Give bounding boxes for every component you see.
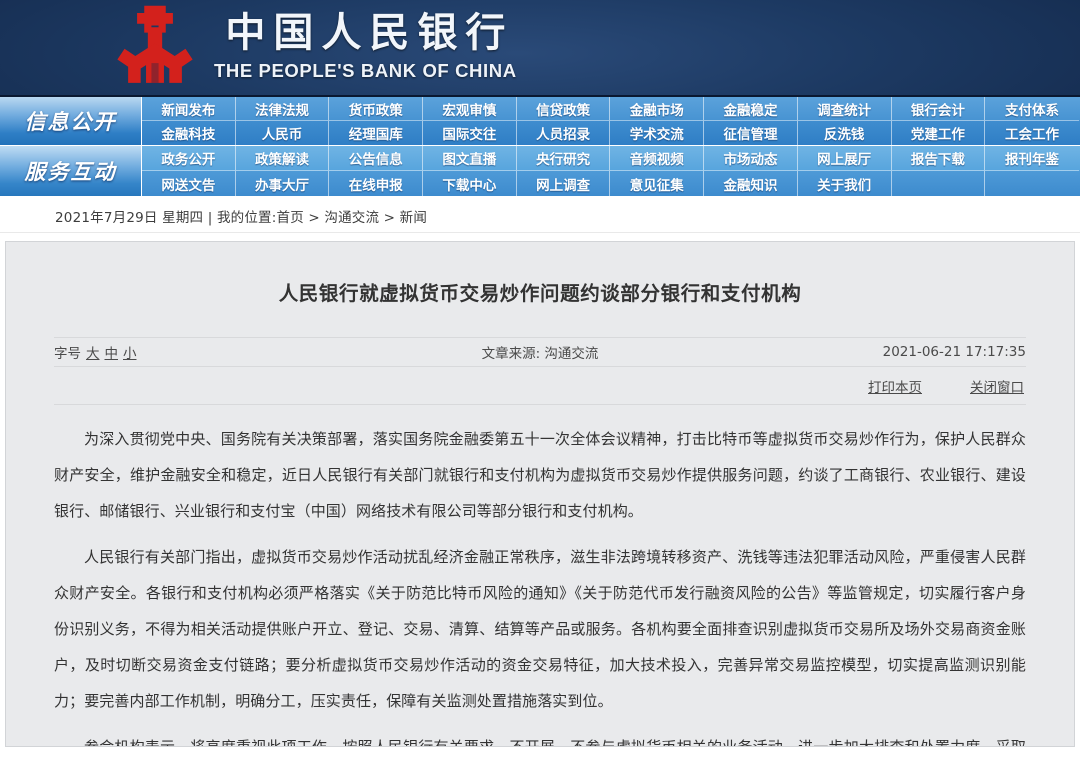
pbc-three-coin-logo-icon [110,4,200,90]
nav-item-financial-market[interactable]: 金融市场 [610,97,704,121]
nav-item-payment-system[interactable]: 支付体系 [985,97,1079,121]
nav-row: 政务公开 政策解读 公告信息 图文直播 央行研究 音频视频 市场动态 网上展厅 … [142,146,1080,171]
nav-item-announcements[interactable]: 公告信息 [329,146,423,171]
nav-item-macro-prudential[interactable]: 宏观审慎 [423,97,517,121]
nav-item-feedback[interactable]: 意见征集 [610,171,704,196]
nav-group-title-services[interactable]: 服务互动 [0,146,142,196]
nav-item-credit-reporting[interactable]: 征信管理 [704,121,798,145]
nav-item-financial-stability[interactable]: 金融稳定 [704,97,798,121]
site-header: 中国人民银行 THE PEOPLE'S BANK OF CHINA [0,0,1080,97]
article-paragraph: 参会机构表示，将高度重视此项工作，按照人民银行有关要求，不开展、不参与虚拟货币相… [54,729,1026,747]
font-size-label: 字号 [54,342,81,362]
font-size-small[interactable]: 小 [123,342,137,362]
nav-item-bank-accounting[interactable]: 银行会计 [892,97,986,121]
page-title: 人民银行就虚拟货币交易炒作问题约谈部分银行和支付机构 [54,280,1026,307]
nav-item-monetary-policy[interactable]: 货币政策 [329,97,423,121]
nav-item-about-us[interactable]: 关于我们 [798,171,892,196]
nav-item-empty [892,171,986,196]
article-card: 人民银行就虚拟货币交易炒作问题约谈部分银行和支付机构 字号 大 中 小 文章来源… [5,241,1075,747]
article-source: 文章来源: 沟通交流 [482,342,599,362]
font-size-large[interactable]: 大 [86,342,100,362]
article-meta-bar: 字号 大 中 小 文章来源: 沟通交流 2021-06-21 17:17:35 [54,337,1026,367]
nav-item-audio-video[interactable]: 音频视频 [610,146,704,171]
print-page-link[interactable]: 打印本页 [868,376,922,396]
nav-item-central-bank-research[interactable]: 央行研究 [517,146,611,171]
nav-item-online-exhibition[interactable]: 网上展厅 [798,146,892,171]
nav-item-survey-statistics[interactable]: 调查统计 [798,97,892,121]
nav-item-service-hall[interactable]: 办事大厅 [236,171,330,196]
nav-group-information: 信息公开 新闻发布 法律法规 货币政策 宏观审慎 信贷政策 金融市场 金融稳定 … [0,97,1080,146]
nav-item-academic-exchange[interactable]: 学术交流 [610,121,704,145]
nav-item-fintech[interactable]: 金融科技 [142,121,236,145]
page-body: 人民银行就虚拟货币交易炒作问题约谈部分银行和支付机构 字号 大 中 小 文章来源… [0,233,1080,747]
nav-group-title-information[interactable]: 信息公开 [0,97,142,145]
nav-item-policy-interpretation[interactable]: 政策解读 [236,146,330,171]
nav-item-laws-regulations[interactable]: 法律法规 [236,97,330,121]
site-title-en: THE PEOPLE'S BANK OF CHINA [214,62,517,81]
font-size-medium[interactable]: 中 [105,342,119,362]
nav-row: 新闻发布 法律法规 货币政策 宏观审慎 信贷政策 金融市场 金融稳定 调查统计 … [142,97,1080,121]
nav-item-download-center[interactable]: 下载中心 [423,171,517,196]
nav-item-international[interactable]: 国际交往 [423,121,517,145]
nav-cells-services: 政务公开 政策解读 公告信息 图文直播 央行研究 音频视频 市场动态 网上展厅 … [142,146,1080,196]
nav-row: 金融科技 人民币 经理国库 国际交往 人员招录 学术交流 征信管理 反洗钱 党建… [142,121,1080,145]
nav-item-recruitment[interactable]: 人员招录 [517,121,611,145]
site-title-cn: 中国人民银行 [217,13,513,53]
nav-item-party-building[interactable]: 党建工作 [892,121,986,145]
nav-item-financial-knowledge[interactable]: 金融知识 [704,171,798,196]
breadcrumb: 2021年7月29日 星期四 | 我的位置:首页 > 沟通交流 > 新闻 [0,199,1080,233]
article-body: 为深入贯彻党中央、国务院有关决策部署，落实国务院金融委第五十一次全体会议精神，打… [54,405,1026,747]
nav-group-services: 服务互动 政务公开 政策解读 公告信息 图文直播 央行研究 音频视频 市场动态 … [0,146,1080,197]
nav-item-credit-policy[interactable]: 信贷政策 [517,97,611,121]
close-window-link[interactable]: 关闭窗口 [970,376,1024,396]
main-navigation: 信息公开 新闻发布 法律法规 货币政策 宏观审慎 信贷政策 金融市场 金融稳定 … [0,97,1080,199]
font-size-control: 字号 大 中 小 [54,342,137,362]
article-paragraph: 为深入贯彻党中央、国务院有关决策部署，落实国务院金融委第五十一次全体会议精神，打… [54,421,1026,529]
nav-cells-information: 新闻发布 法律法规 货币政策 宏观审慎 信贷政策 金融市场 金融稳定 调查统计 … [142,97,1080,145]
nav-item-online-declaration[interactable]: 在线申报 [329,171,423,196]
nav-item-market-dynamics[interactable]: 市场动态 [704,146,798,171]
nav-item-treasury[interactable]: 经理国库 [329,121,423,145]
nav-row: 网送文告 办事大厅 在线申报 下载中心 网上调查 意见征集 金融知识 关于我们 [142,171,1080,196]
nav-item-web-notices[interactable]: 网送文告 [142,171,236,196]
nav-item-live-broadcast[interactable]: 图文直播 [423,146,517,171]
nav-item-union-work[interactable]: 工会工作 [985,121,1079,145]
nav-item-periodicals[interactable]: 报刊年鉴 [985,146,1079,171]
article-action-bar: 打印本页 关闭窗口 [54,367,1026,405]
nav-item-report-download[interactable]: 报告下载 [892,146,986,171]
nav-item-empty [985,171,1079,196]
nav-item-news-release[interactable]: 新闻发布 [142,97,236,121]
article-paragraph: 人民银行有关部门指出，虚拟货币交易炒作活动扰乱经济金融正常秩序，滋生非法跨境转移… [54,539,1026,719]
nav-item-government-affairs[interactable]: 政务公开 [142,146,236,171]
nav-item-rmb[interactable]: 人民币 [236,121,330,145]
nav-item-anti-money-laundering[interactable]: 反洗钱 [798,121,892,145]
article-datetime: 2021-06-21 17:17:35 [883,344,1026,360]
nav-item-online-survey[interactable]: 网上调查 [517,171,611,196]
site-logo-group[interactable]: 中国人民银行 THE PEOPLE'S BANK OF CHINA [110,4,517,90]
breadcrumb-text: 2021年7月29日 星期四 | 我的位置:首页 > 沟通交流 > 新闻 [55,206,427,226]
